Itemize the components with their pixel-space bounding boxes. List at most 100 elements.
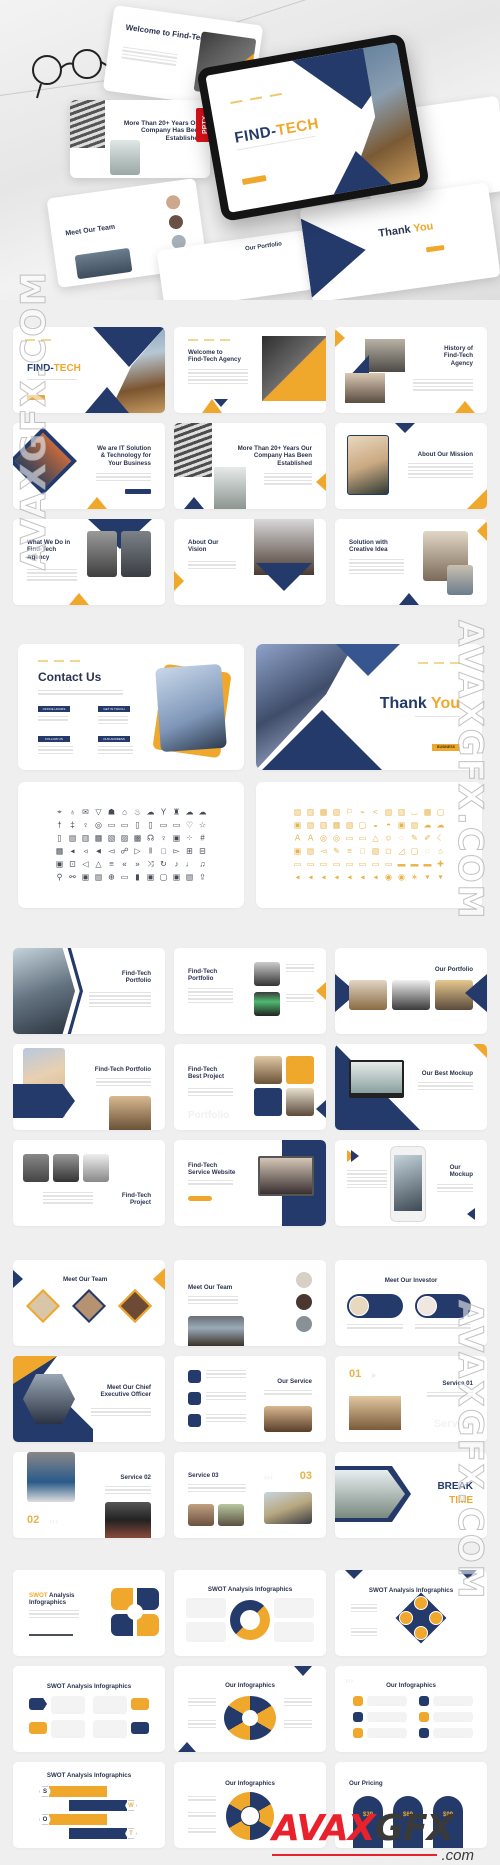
text-placeholder xyxy=(96,1078,151,1088)
swot-circle xyxy=(414,1596,428,1610)
slide-portfolio-2[interactable]: Find-Tech Portfolio xyxy=(174,948,326,1034)
icon-glyph: ◉ xyxy=(385,872,392,882)
swot-bar-s xyxy=(49,1786,107,1797)
text-placeholder xyxy=(188,1812,216,1819)
icon-glyph: ▤ xyxy=(293,807,302,817)
logo-main-text: AVAX xyxy=(272,1808,375,1849)
hero-slide-established: More Than 20+ Years Our Company Has Been… xyxy=(70,100,210,178)
swot-circle xyxy=(414,1626,428,1640)
icon-glyph: ▣ xyxy=(172,833,181,843)
slide-what-we-do[interactable]: What We Do in Find-Tech Agency xyxy=(13,519,165,605)
text-placeholder xyxy=(188,1796,216,1803)
text-placeholder xyxy=(415,716,460,719)
icon-glyph: ▬ xyxy=(410,859,419,869)
text-placeholder xyxy=(264,473,312,487)
slide-mission[interactable]: About Our Mission xyxy=(335,423,487,509)
slide-portfolio-3[interactable]: Find-Tech Portfolio xyxy=(13,1044,165,1130)
icon-glyph: ⇪ xyxy=(199,872,206,882)
icon-glyph: ◎ xyxy=(333,833,340,843)
slide-our-infographics-2[interactable]: ››› Our Infographics xyxy=(335,1666,487,1752)
slide-service-03[interactable]: Service 03 ‹‹‹ 03 xyxy=(174,1452,326,1538)
icon-glyph: ▣ xyxy=(293,846,302,856)
icon-glyph: ▭ xyxy=(358,859,367,869)
slide-title: BREAK TIME xyxy=(437,1481,473,1506)
slide-swot-4[interactable]: SWOT Analysis Infographics xyxy=(13,1666,165,1752)
follow-us-label: FOLLOW US xyxy=(38,736,70,742)
slide-service-01[interactable]: 01 ››› Service 01 Service xyxy=(335,1356,487,1442)
slide-our-portfolio[interactable]: Our Portfolio xyxy=(335,948,487,1034)
icon-glyph: ▩ xyxy=(133,833,142,843)
slide-portfolio-1[interactable]: Find-Tech Portfolio xyxy=(13,948,165,1034)
avaxgfx-logo: AVAXGFX .com xyxy=(272,1808,490,1864)
slide-title: About Our Vision xyxy=(188,539,219,554)
icon-glyph: ⚐ xyxy=(345,807,354,817)
laptop-screen xyxy=(260,1158,312,1194)
icon-glyph: ‡ xyxy=(70,820,75,830)
team-photo-diamond xyxy=(13,427,77,495)
icon-glyph: □ xyxy=(161,846,166,856)
slide-our-service[interactable]: Our Service xyxy=(174,1356,326,1442)
text-box xyxy=(367,1712,407,1722)
icon-glyph: ▭ xyxy=(358,833,367,843)
icon-glyph: ▦ xyxy=(332,820,341,830)
icon-glyph: ▤ xyxy=(306,846,315,856)
icon-glyph: ‖ xyxy=(148,846,153,856)
text-placeholder xyxy=(38,690,123,697)
slide-our-mockup[interactable]: Our Mockup xyxy=(335,1140,487,1226)
icon-glyph: ▤ xyxy=(306,820,315,830)
slide-project[interactable]: Find-Tech Project xyxy=(13,1140,165,1226)
icon-glyph: ⊕ xyxy=(108,872,115,882)
text-placeholder xyxy=(347,1324,403,1331)
office-hours-label: OFFICE HOURS xyxy=(38,706,70,712)
slide-best-mockup[interactable]: Our Best Mockup xyxy=(335,1044,487,1130)
icon-glyph: † xyxy=(57,820,62,830)
avatar xyxy=(296,1272,312,1288)
avatar xyxy=(296,1316,312,1332)
icon-glyph: ▤ xyxy=(384,807,393,817)
slide-title: More Than 20+ Years Our Company Has Been… xyxy=(237,445,312,467)
slide-creative[interactable]: Solution with Creative Idea xyxy=(335,519,487,605)
slide-established[interactable]: More Than 20+ Years Our Company Has Been… xyxy=(174,423,326,509)
slide-title: Meet Our Chief Executive Officer xyxy=(100,1384,151,1399)
icon-glyph: ☾ xyxy=(436,833,445,843)
slide-ceo[interactable]: Meet Our Chief Executive Officer xyxy=(13,1356,165,1442)
icon-glyph: ▻ xyxy=(173,846,180,856)
office-photo xyxy=(87,531,117,577)
icon-glyph: » xyxy=(135,859,140,869)
slide-icon-set-gold[interactable]: ▤ ▥ ▦ ▧ ⚐ ⌁ < ▤ ▥ ⌴ ▦ ▢ ▣ ▤ ▥ ▦ ▧ ▢ ◒ ◓ ▣ ▤ ☁ ☁ A A ◎ ◎ ▭ ▭ △ ☺ ◌ ✎ ✐ ☾ ▣ ▤ ◅ ✎… xyxy=(256,782,482,908)
icon-glyph: ▬ xyxy=(397,859,406,869)
slide-break-time[interactable]: BREAK TIME xyxy=(335,1452,487,1538)
slide-nav xyxy=(38,660,80,662)
icon-glyph: ♪ xyxy=(174,859,179,869)
slide-swot-2[interactable]: SWOT Analysis Infographics xyxy=(174,1570,326,1656)
slide-thank-you[interactable]: Thank You BUSINESS xyxy=(256,644,482,770)
slide-meet-investor[interactable]: Meet Our Investor xyxy=(335,1260,487,1346)
slide-contact[interactable]: Contact Us OFFICE HOURS GET IN TOUCH FOL… xyxy=(18,644,244,770)
icon-glyph: ☆ xyxy=(198,820,207,830)
gold-triangle xyxy=(477,521,487,541)
ghost-text: Service xyxy=(433,1418,473,1430)
slide-history[interactable]: History of Find-Tech Agency xyxy=(335,327,487,413)
slide-best-project[interactable]: Find-Tech Best Project Portfolio xyxy=(174,1044,326,1130)
slide-cover[interactable]: FIND-TECH xyxy=(13,327,165,413)
icon-glyph: ▥ xyxy=(397,807,406,817)
slide-grid-infographics: SWOT Analysis Infographics SWOT Analysis… xyxy=(13,1570,487,1848)
slide-swot-5[interactable]: SWOT Analysis Infographics S W O T xyxy=(13,1762,165,1848)
icon-glyph: ▾ xyxy=(425,872,430,882)
slide-meet-team-1[interactable]: Meet Our Team xyxy=(13,1260,165,1346)
icon-glyph: ♀ xyxy=(160,833,167,843)
slide-swot-1[interactable]: SWOT Analysis Infographics xyxy=(13,1570,165,1656)
slide-vision[interactable]: About Our Vision xyxy=(174,519,326,605)
slide-icon-set-outline[interactable]: ⌖ ♁ ✉ ▽ ☗ ⌂ ♨ ☁ Y ♜ ☁ ☁ † ‡ ♀ ◎ ▭ ▭ ▯ ▯ ▭ ▭ ♡ ☆ ▯ ▤ ▥ ▦ ▧ ▨ ▩ ☊ ♀ ▣ ⁘ # ▦ ◂ ◃ ◄… xyxy=(18,782,244,908)
slide-meet-team-2[interactable]: Meet Our Team xyxy=(174,1260,326,1346)
icon-glyph: ▭ xyxy=(306,859,315,869)
slide-title: Meet Our Team xyxy=(65,223,116,238)
slide-it-solution[interactable]: We are IT Solution & Technology for Your… xyxy=(13,423,165,509)
slide-swot-3[interactable]: SWOT Analysis Infographics xyxy=(335,1570,487,1656)
slide-service-website[interactable]: Find-Tech Service Website xyxy=(174,1140,326,1226)
icon-glyph: Y xyxy=(160,807,167,817)
slide-welcome[interactable]: Welcome to Find-Tech Agency xyxy=(174,327,326,413)
slide-service-02[interactable]: Service 02 02 ››› xyxy=(13,1452,165,1538)
service-photo xyxy=(264,1406,312,1432)
slide-our-infographics-1[interactable]: Our Infographics xyxy=(174,1666,326,1752)
